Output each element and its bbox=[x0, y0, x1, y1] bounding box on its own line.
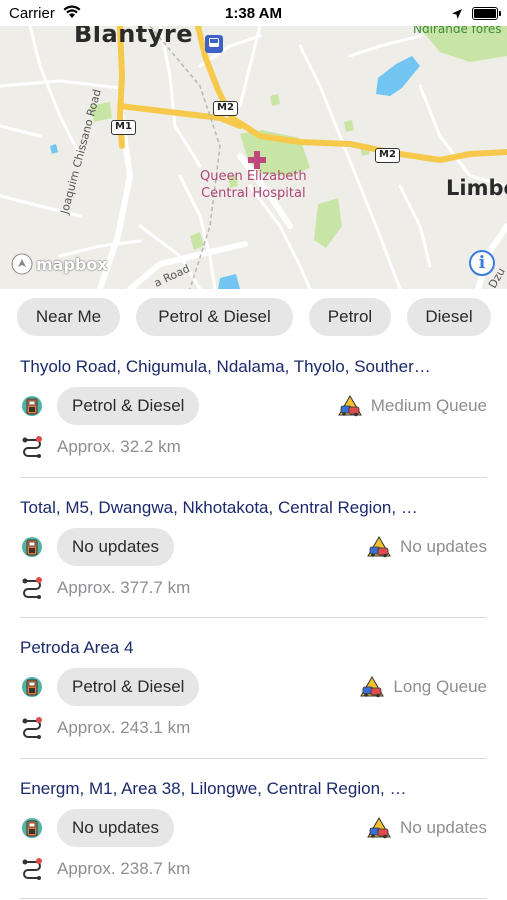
map-label-blantyre: Blantyre bbox=[74, 26, 194, 48]
station-name: Total, M5, Dwangwa, Nkhotakota, Central … bbox=[20, 497, 418, 517]
fuel-type-badge: Petrol & Diesel bbox=[57, 387, 200, 425]
fuel-pump-icon bbox=[20, 395, 44, 424]
status-bar: Carrier 1:38 AM bbox=[0, 0, 507, 26]
station-row[interactable]: Thyolo Road, Chigumula, Ndalama, Thyolo,… bbox=[0, 345, 507, 486]
route-distance-icon bbox=[20, 716, 44, 745]
map-view[interactable]: Blantyre Limbe Queen Elizabeth Central H… bbox=[0, 26, 507, 289]
queue-label: Long Queue bbox=[393, 677, 487, 696]
station-row[interactable]: Petroda Area 4 Petrol & Diesel Long Queu… bbox=[0, 626, 507, 767]
mapbox-wordmark: mapbox bbox=[36, 254, 108, 274]
fuel-pump-icon bbox=[20, 817, 44, 846]
station-row[interactable]: Total, M5, Dwangwa, Nkhotakota, Central … bbox=[0, 486, 507, 627]
map-label-limbe: Limbe bbox=[446, 176, 507, 200]
station-name: Petroda Area 4 bbox=[20, 638, 134, 657]
filter-petrol[interactable]: Petrol bbox=[309, 298, 391, 336]
filter-bar: Near Me Petrol & Diesel Petrol Diesel bbox=[0, 289, 507, 345]
fuel-pump-icon bbox=[20, 536, 44, 565]
queue-label: No updates bbox=[400, 817, 487, 837]
distance-label: Approx. 32.2 km bbox=[57, 437, 181, 456]
queue-label: Medium Queue bbox=[370, 396, 487, 415]
queue-label: No updates bbox=[400, 536, 487, 556]
road-shield-m2-left: M2 bbox=[213, 101, 238, 116]
mapbox-logo[interactable]: mapbox bbox=[11, 253, 108, 275]
route-distance-icon bbox=[20, 576, 44, 605]
queue-cars-icon bbox=[367, 816, 391, 838]
queue-status: No updates bbox=[367, 816, 487, 839]
filter-near-me[interactable]: Near Me bbox=[17, 298, 120, 336]
map-label-forest: Ndirande fores bbox=[413, 26, 502, 36]
battery-icon bbox=[472, 7, 501, 20]
map-label-hospital-line2: Central Hospital bbox=[201, 186, 306, 201]
station-list: Thyolo Road, Chigumula, Ndalama, Thyolo,… bbox=[0, 345, 507, 900]
queue-cars-icon bbox=[360, 676, 385, 698]
fuel-type-badge: No updates bbox=[57, 808, 174, 847]
map-label-hospital: Queen Elizabeth Central Hospital bbox=[200, 168, 307, 202]
location-arrow-icon bbox=[451, 7, 463, 25]
clock: 1:38 AM bbox=[225, 5, 282, 22]
fuel-pump-icon bbox=[20, 676, 44, 705]
row-divider bbox=[20, 757, 487, 759]
row-divider bbox=[20, 476, 487, 478]
station-name: Energm, M1, Area 38, Lilongwe, Central R… bbox=[20, 778, 407, 798]
queue-status: Long Queue bbox=[360, 676, 487, 698]
queue-status: No updates bbox=[367, 535, 487, 558]
station-name: Thyolo Road, Chigumula, Ndalama, Thyolo,… bbox=[20, 357, 431, 376]
filter-petrol-diesel[interactable]: Petrol & Diesel bbox=[136, 298, 293, 336]
route-distance-icon bbox=[20, 857, 44, 886]
route-distance-icon bbox=[20, 435, 44, 464]
row-divider bbox=[20, 898, 487, 899]
map-info-button[interactable]: i bbox=[469, 250, 495, 276]
queue-cars-icon bbox=[367, 535, 391, 557]
road-shield-m2-right: M2 bbox=[375, 148, 400, 163]
queue-status: Medium Queue bbox=[337, 395, 487, 417]
distance-label: Approx. 243.1 km bbox=[57, 718, 191, 737]
fuel-type-badge: Petrol & Diesel bbox=[57, 668, 200, 706]
station-row[interactable]: Energm, M1, Area 38, Lilongwe, Central R… bbox=[0, 767, 507, 900]
filter-diesel[interactable]: Diesel bbox=[407, 298, 491, 336]
row-divider bbox=[20, 617, 487, 618]
queue-cars-icon bbox=[337, 395, 362, 417]
distance-label: Approx. 238.7 km bbox=[57, 858, 191, 878]
mapbox-mark-icon bbox=[11, 253, 33, 275]
fuel-type-badge: No updates bbox=[57, 527, 174, 566]
map-label-hospital-line1: Queen Elizabeth bbox=[200, 169, 307, 184]
distance-label: Approx. 377.7 km bbox=[57, 577, 191, 597]
road-shield-m1: M1 bbox=[111, 120, 136, 135]
